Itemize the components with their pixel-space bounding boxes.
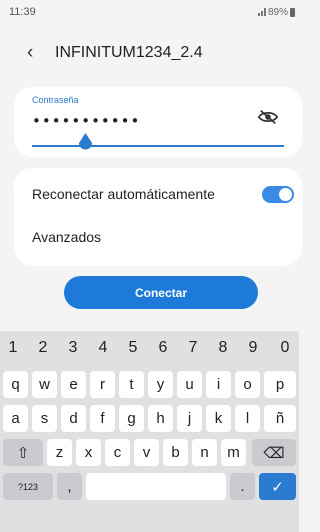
toggle-knob xyxy=(279,187,292,201)
header: ‹ INFINITUM1234_2.4 xyxy=(0,36,299,70)
period-key[interactable]: . xyxy=(230,473,255,500)
key-s[interactable]: s xyxy=(32,405,57,432)
backspace-key[interactable]: ⌫ xyxy=(252,439,296,466)
status-time: 11:39 xyxy=(9,6,36,18)
key-3[interactable]: 3 xyxy=(63,339,83,357)
key-h[interactable]: h xyxy=(148,405,173,432)
shift-key[interactable]: ⇧ xyxy=(3,439,43,466)
key-m[interactable]: m xyxy=(221,439,246,466)
key-g[interactable]: g xyxy=(119,405,144,432)
key-a[interactable]: a xyxy=(3,405,28,432)
key-z[interactable]: z xyxy=(47,439,72,466)
password-label: Contraseña xyxy=(32,95,79,105)
key-l[interactable]: l xyxy=(235,405,260,432)
comma-key[interactable]: , xyxy=(57,473,82,500)
key-y[interactable]: y xyxy=(148,371,173,398)
key-d[interactable]: d xyxy=(61,405,86,432)
key-t[interactable]: t xyxy=(119,371,144,398)
reconnect-label: Reconectar automáticamente xyxy=(32,186,215,202)
back-chevron-icon[interactable]: ‹ xyxy=(27,42,49,64)
key-c[interactable]: c xyxy=(105,439,130,466)
key-0[interactable]: 0 xyxy=(275,339,295,357)
key-4[interactable]: 4 xyxy=(93,339,113,357)
key-f[interactable]: f xyxy=(90,405,115,432)
enter-check-key[interactable]: ✓ xyxy=(259,473,296,500)
signal-icon xyxy=(257,8,266,16)
advanced-row[interactable]: Avanzados xyxy=(32,224,294,250)
key-u[interactable]: u xyxy=(177,371,202,398)
key-i[interactable]: i xyxy=(206,371,231,398)
status-bar: 11:39 89% xyxy=(0,0,299,24)
space-key[interactable] xyxy=(86,473,226,500)
key-9[interactable]: 9 xyxy=(243,339,263,357)
reconnect-toggle[interactable] xyxy=(262,185,294,203)
key-2[interactable]: 2 xyxy=(33,339,53,357)
key-6[interactable]: 6 xyxy=(153,339,173,357)
keyboard: 1 2 3 4 5 6 7 8 9 0 q w e r t y u i o p … xyxy=(0,331,299,532)
eye-off-icon[interactable] xyxy=(257,108,279,126)
number-row: 1 2 3 4 5 6 7 8 9 0 xyxy=(0,339,299,361)
key-n-tilde[interactable]: ñ xyxy=(264,405,296,432)
advanced-label: Avanzados xyxy=(32,229,102,245)
page-title: INFINITUM1234_2.4 xyxy=(55,44,203,61)
password-underline xyxy=(32,145,284,147)
key-b[interactable]: b xyxy=(163,439,188,466)
key-k[interactable]: k xyxy=(206,405,231,432)
key-e[interactable]: e xyxy=(61,371,86,398)
key-5[interactable]: 5 xyxy=(123,339,143,357)
status-indicators: 89% xyxy=(257,6,295,18)
reconnect-row[interactable]: Reconectar automáticamente xyxy=(32,181,294,207)
key-o[interactable]: o xyxy=(235,371,260,398)
key-j[interactable]: j xyxy=(177,405,202,432)
text-cursor-handle[interactable] xyxy=(78,133,93,153)
password-input[interactable]: ••••••••••• xyxy=(32,112,140,130)
key-8[interactable]: 8 xyxy=(213,339,233,357)
key-q[interactable]: q xyxy=(3,371,28,398)
key-7[interactable]: 7 xyxy=(183,339,203,357)
battery-icon xyxy=(290,7,295,17)
connect-button[interactable]: Conectar xyxy=(64,276,258,309)
key-v[interactable]: v xyxy=(134,439,159,466)
options-card: Reconectar automáticamente Avanzados xyxy=(14,168,302,266)
key-n[interactable]: n xyxy=(192,439,217,466)
key-x[interactable]: x xyxy=(76,439,101,466)
battery-percent: 89% xyxy=(267,6,288,18)
symbols-key[interactable]: ?123 xyxy=(3,473,53,500)
password-card: Contraseña ••••••••••• xyxy=(14,87,302,157)
key-w[interactable]: w xyxy=(32,371,57,398)
key-p[interactable]: p xyxy=(264,371,296,398)
key-1[interactable]: 1 xyxy=(3,339,23,357)
key-r[interactable]: r xyxy=(90,371,115,398)
